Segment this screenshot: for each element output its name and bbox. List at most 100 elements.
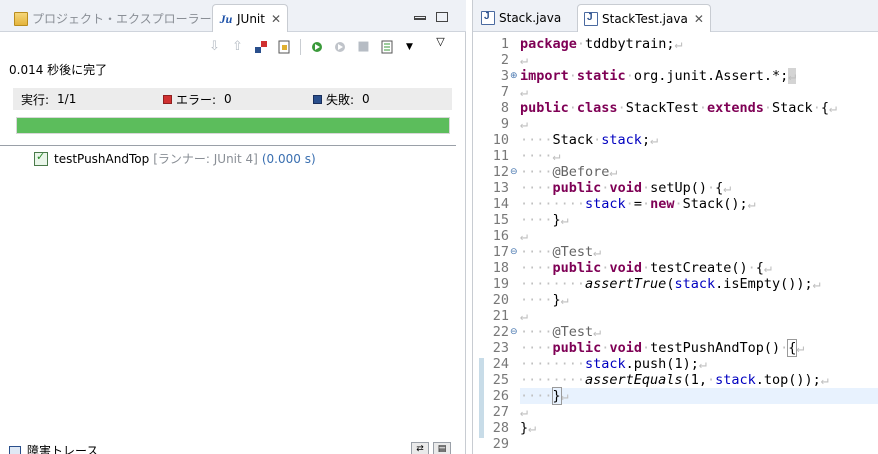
line-number: 29 xyxy=(492,436,509,452)
failure-trace-title: 障害トレース xyxy=(9,442,98,454)
tab-project-explorer[interactable]: プロジェクト・エクスプローラー xyxy=(8,4,218,32)
compare-results-icon[interactable]: ▤ xyxy=(433,442,451,454)
tab-stacktest-java[interactable]: StackTest.java ✕ xyxy=(577,4,711,32)
code-line: ····public·void·testCreate()·{↵ xyxy=(520,260,773,276)
line-number: 10 xyxy=(492,132,509,148)
show-failures-only-icon[interactable] xyxy=(252,38,269,55)
line-number: 19 xyxy=(492,276,509,292)
line-number: 25 xyxy=(492,372,509,388)
line-number: 13 xyxy=(492,180,509,196)
tab-junit-label: JUnit xyxy=(237,11,265,26)
next-failure-icon[interactable]: ⇩ xyxy=(206,38,223,55)
collapse-fold-icon[interactable]: ⊖ xyxy=(510,244,518,260)
view-menu-icon[interactable]: ▽ xyxy=(432,33,449,50)
tab-junit[interactable]: Ju JUnit ✕ xyxy=(212,4,289,32)
line-number: 9 xyxy=(500,116,509,132)
previous-failure-icon[interactable]: ⇧ xyxy=(229,38,246,55)
scroll-lock-icon[interactable] xyxy=(275,38,292,55)
line-number: 15 xyxy=(492,212,509,228)
line-number: 11 xyxy=(492,148,509,164)
code-line: ····public·void·setUp()·{↵ xyxy=(520,180,732,196)
code-line: }↵ xyxy=(520,420,537,436)
line-number: 3 xyxy=(500,68,509,84)
code-line: package·tddbytrain;↵ xyxy=(520,36,683,52)
line-number: 23 xyxy=(492,340,509,356)
code-line: ····}↵ xyxy=(520,212,569,228)
folder-icon xyxy=(14,12,28,26)
failures-counter: 失敗: 0 xyxy=(313,91,370,108)
pane-divider xyxy=(0,145,456,146)
code-line: import·static·org.junit.Assert.*;↵ xyxy=(520,68,797,84)
close-icon[interactable]: ✕ xyxy=(271,12,281,26)
code-line: ········assertEquals(1,·stack.top());↵ xyxy=(520,372,829,388)
test-name: testPushAndTop xyxy=(54,151,150,166)
line-number: 12 xyxy=(492,164,509,180)
test-progress-fill xyxy=(17,118,449,133)
code-line: ····@Before↵ xyxy=(520,164,618,180)
error-icon xyxy=(163,94,172,104)
test-history-icon[interactable] xyxy=(378,38,395,55)
line-number: 16 xyxy=(492,228,509,244)
code-line: ↵ xyxy=(520,228,529,244)
test-result-row[interactable]: testPushAndTop [ランナー: JUnit 4] (0.000 s) xyxy=(34,150,316,167)
minimize-icon[interactable] xyxy=(414,16,426,20)
junit-view: プロジェクト・エクスプローラー Ju JUnit ✕ ⇩ ⇧ ■ ▼ ▽ 0.0… xyxy=(0,0,466,454)
junit-status: 0.014 秒後に完了 xyxy=(9,63,108,77)
code-line: ····↵ xyxy=(520,148,561,164)
code-line: ········stack.push(1);↵ xyxy=(520,356,707,372)
java-file-icon xyxy=(584,11,598,26)
code-line: ····}↵ xyxy=(520,292,569,308)
code-line: ····@Test↵ xyxy=(520,324,602,340)
code-line: ↵ xyxy=(520,404,529,420)
line-number-ruler: 1 2 3 ⊕ 7 8 9 10 11 12 ⊖ 13 14 15 16 17 ⊖ 18 19 20 21 22 ⊖ 23 24… xyxy=(473,33,518,454)
test-passed-icon xyxy=(34,150,48,166)
collapse-fold-icon[interactable]: ⊖ xyxy=(510,164,518,180)
junit-toolbar: ⇩ ⇧ ■ ▼ ▽ xyxy=(206,35,449,55)
code-line: ↵ xyxy=(520,52,529,68)
line-number: 18 xyxy=(492,260,509,276)
line-number: 24 xyxy=(492,356,509,372)
junit-icon: Ju xyxy=(219,11,233,26)
trace-toolbar: ⇄ ▤ xyxy=(411,442,451,454)
line-number: 26 xyxy=(492,388,509,404)
line-number: 27 xyxy=(492,404,509,420)
stack-trace-icon xyxy=(9,445,21,454)
junit-counters: 実行: 1/1 エラー: 0 失敗: 0 xyxy=(13,88,452,110)
line-number: 17 xyxy=(492,244,509,260)
java-editor: Stack.java StackTest.java ✕ 123⊕78910111… xyxy=(472,0,878,454)
code-line-current: ····}↵ xyxy=(520,387,878,405)
line-number: 2 xyxy=(500,52,509,68)
editor-tab-bar: Stack.java StackTest.java ✕ xyxy=(473,0,878,32)
collapse-fold-icon[interactable]: ⊖ xyxy=(510,324,518,340)
tab-project-explorer-label: プロジェクト・エクスプローラー xyxy=(32,11,212,26)
code-line: ····public·void·testPushAndTop()·{↵ xyxy=(520,339,805,357)
code-line: ↵ xyxy=(520,84,529,100)
code-line: ····@Test↵ xyxy=(520,244,602,260)
line-number: 14 xyxy=(492,196,509,212)
line-number: 22 xyxy=(492,324,509,340)
code-line: ········stack·=·new·Stack();↵ xyxy=(520,196,756,212)
code-area[interactable]: package·tddbytrain;↵ ↵ import·static·org… xyxy=(520,33,878,454)
history-dropdown-icon[interactable]: ▼ xyxy=(401,38,418,55)
code-line: ↵ xyxy=(520,308,529,324)
line-number: 8 xyxy=(500,100,509,116)
toolbar-separator xyxy=(300,38,301,55)
rerun-failures-icon[interactable] xyxy=(332,38,349,55)
test-progress-bar xyxy=(16,117,450,134)
close-icon[interactable]: ✕ xyxy=(694,12,704,26)
tab-stack-java[interactable]: Stack.java xyxy=(475,4,567,32)
maximize-icon[interactable] xyxy=(436,12,448,22)
line-number: 28 xyxy=(492,420,509,436)
line-number: 1 xyxy=(500,36,509,52)
failure-icon xyxy=(313,94,322,104)
filter-trace-icon[interactable]: ⇄ xyxy=(411,442,429,454)
code-line: ········assertTrue(stack.isEmpty());↵ xyxy=(520,276,821,292)
stop-icon[interactable]: ■ xyxy=(355,38,372,55)
quick-diff-bar xyxy=(479,358,484,438)
runs-counter: 実行: 1/1 xyxy=(21,92,77,107)
expand-fold-icon[interactable]: ⊕ xyxy=(510,68,518,84)
test-time: (0.000 s) xyxy=(261,151,316,166)
code-line: public·class·StackTest·extends·Stack·{↵ xyxy=(520,100,838,116)
rerun-test-icon[interactable] xyxy=(309,38,326,55)
